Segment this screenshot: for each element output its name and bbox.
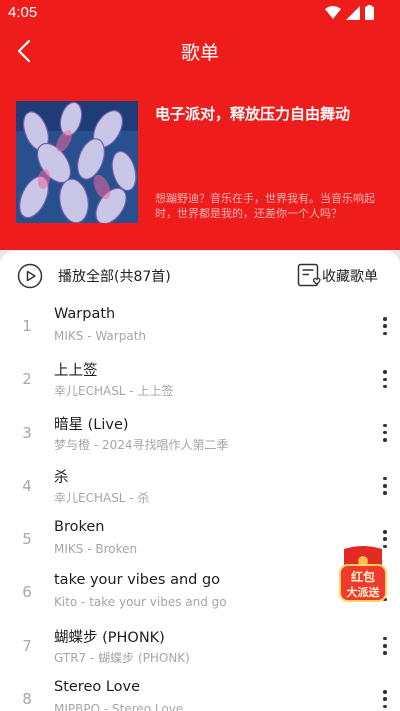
- song-title: 杀: [54, 469, 69, 486]
- song-title: Warpath: [54, 306, 116, 322]
- play-all-button[interactable]: 播放全部(共87首): [58, 266, 171, 286]
- song-index: 2: [22, 370, 32, 389]
- playlist-description: 想蹦野迪？音乐在手，世界我有。当音乐响起时，世界都是我的，还差你一个人吗？: [155, 192, 375, 220]
- playlist-header: 4:05 歌单 电子派对，释放压力自由舞动 想蹦野迪？音乐在手，世界我有。当音乐…: [0, 0, 400, 250]
- more-options-icon[interactable]: [378, 421, 392, 445]
- song-index: 4: [22, 476, 32, 495]
- song-title: take your vibes and go: [54, 572, 221, 589]
- red-envelope-label-line1: 红包: [351, 569, 375, 584]
- song-row[interactable]: 7 蝴蝶步 (PHONK) GTR7 - 蝴蝶步 (PHONK): [0, 619, 400, 674]
- song-row[interactable]: 1 Warpath MIKS - Warpath: [0, 300, 400, 354]
- song-title: 上上签: [54, 363, 98, 380]
- more-options-icon[interactable]: [378, 367, 392, 391]
- red-envelope-promo-button[interactable]: 红包 大派送: [334, 545, 392, 603]
- status-time: 4:05: [8, 4, 38, 21]
- playlist-title: 电子派对，释放压力自由舞动: [155, 105, 351, 123]
- song-artist-album: MIKS - Broken: [54, 542, 138, 557]
- song-index: 5: [22, 530, 32, 549]
- page-title: 歌单: [180, 42, 219, 64]
- song-index: 8: [22, 690, 32, 709]
- wifi-icon: [325, 5, 341, 19]
- collect-playlist-button[interactable]: 收藏歌单: [322, 266, 378, 286]
- song-title: 暗星 (Live): [54, 416, 129, 433]
- song-index: 3: [22, 423, 32, 442]
- song-artist-album: GTR7 - 蝴蝶步 (PHONK): [54, 650, 190, 665]
- song-artist-album: 梦与橙 - 2024寻找唱作人第二季: [54, 437, 229, 452]
- song-artist-album: MIPBPO - Stereo Love: [54, 702, 184, 711]
- song-title: Broken: [54, 519, 105, 536]
- song-index: 1: [22, 317, 32, 335]
- song-list: 1 Warpath MIKS - Warpath 2 上上签 幸儿ECHASL …: [0, 300, 400, 711]
- song-row[interactable]: 8 Stereo Love MIPBPO - Stereo Love: [0, 673, 400, 711]
- song-title: 蝴蝶步 (PHONK): [54, 629, 165, 646]
- play-circle-icon[interactable]: [17, 263, 43, 289]
- battery-icon: [365, 5, 374, 20]
- playlist-actions: 播放全部(共87首) 收藏歌单: [0, 251, 400, 300]
- song-artist-album: 幸儿ECHASL - 上上签: [54, 384, 174, 399]
- song-list-panel: 播放全部(共87首) 收藏歌单 1 Warpath MIKS - Warpath…: [0, 251, 400, 711]
- song-row[interactable]: 4 杀 幸儿ECHASL - 杀: [0, 459, 400, 514]
- song-artist-album: MIKS - Warpath: [54, 329, 147, 343]
- more-options-icon[interactable]: [378, 687, 392, 711]
- song-title: Stereo Love: [54, 679, 141, 696]
- song-row[interactable]: 2 上上签 幸儿ECHASL - 上上签: [0, 353, 400, 407]
- status-icons: [325, 5, 374, 20]
- song-artist-album: Kito - take your vibes and go: [54, 595, 227, 610]
- status-bar: 4:05: [0, 0, 400, 28]
- song-row[interactable]: 3 暗星 (Live) 梦与橙 - 2024寻找唱作人第二季: [0, 406, 400, 460]
- song-artist-album: 幸儿ECHASL - 杀: [54, 490, 150, 505]
- collect-playlist-icon[interactable]: [297, 263, 321, 289]
- cellular-icon: [346, 5, 360, 20]
- more-options-icon[interactable]: [378, 314, 392, 338]
- song-index: 6: [22, 583, 32, 602]
- more-options-icon[interactable]: [378, 634, 392, 658]
- playlist-cover-image: [16, 101, 138, 223]
- more-options-icon[interactable]: [378, 474, 392, 498]
- song-index: 7: [22, 636, 32, 655]
- red-envelope-label-line2: 大派送: [347, 585, 381, 599]
